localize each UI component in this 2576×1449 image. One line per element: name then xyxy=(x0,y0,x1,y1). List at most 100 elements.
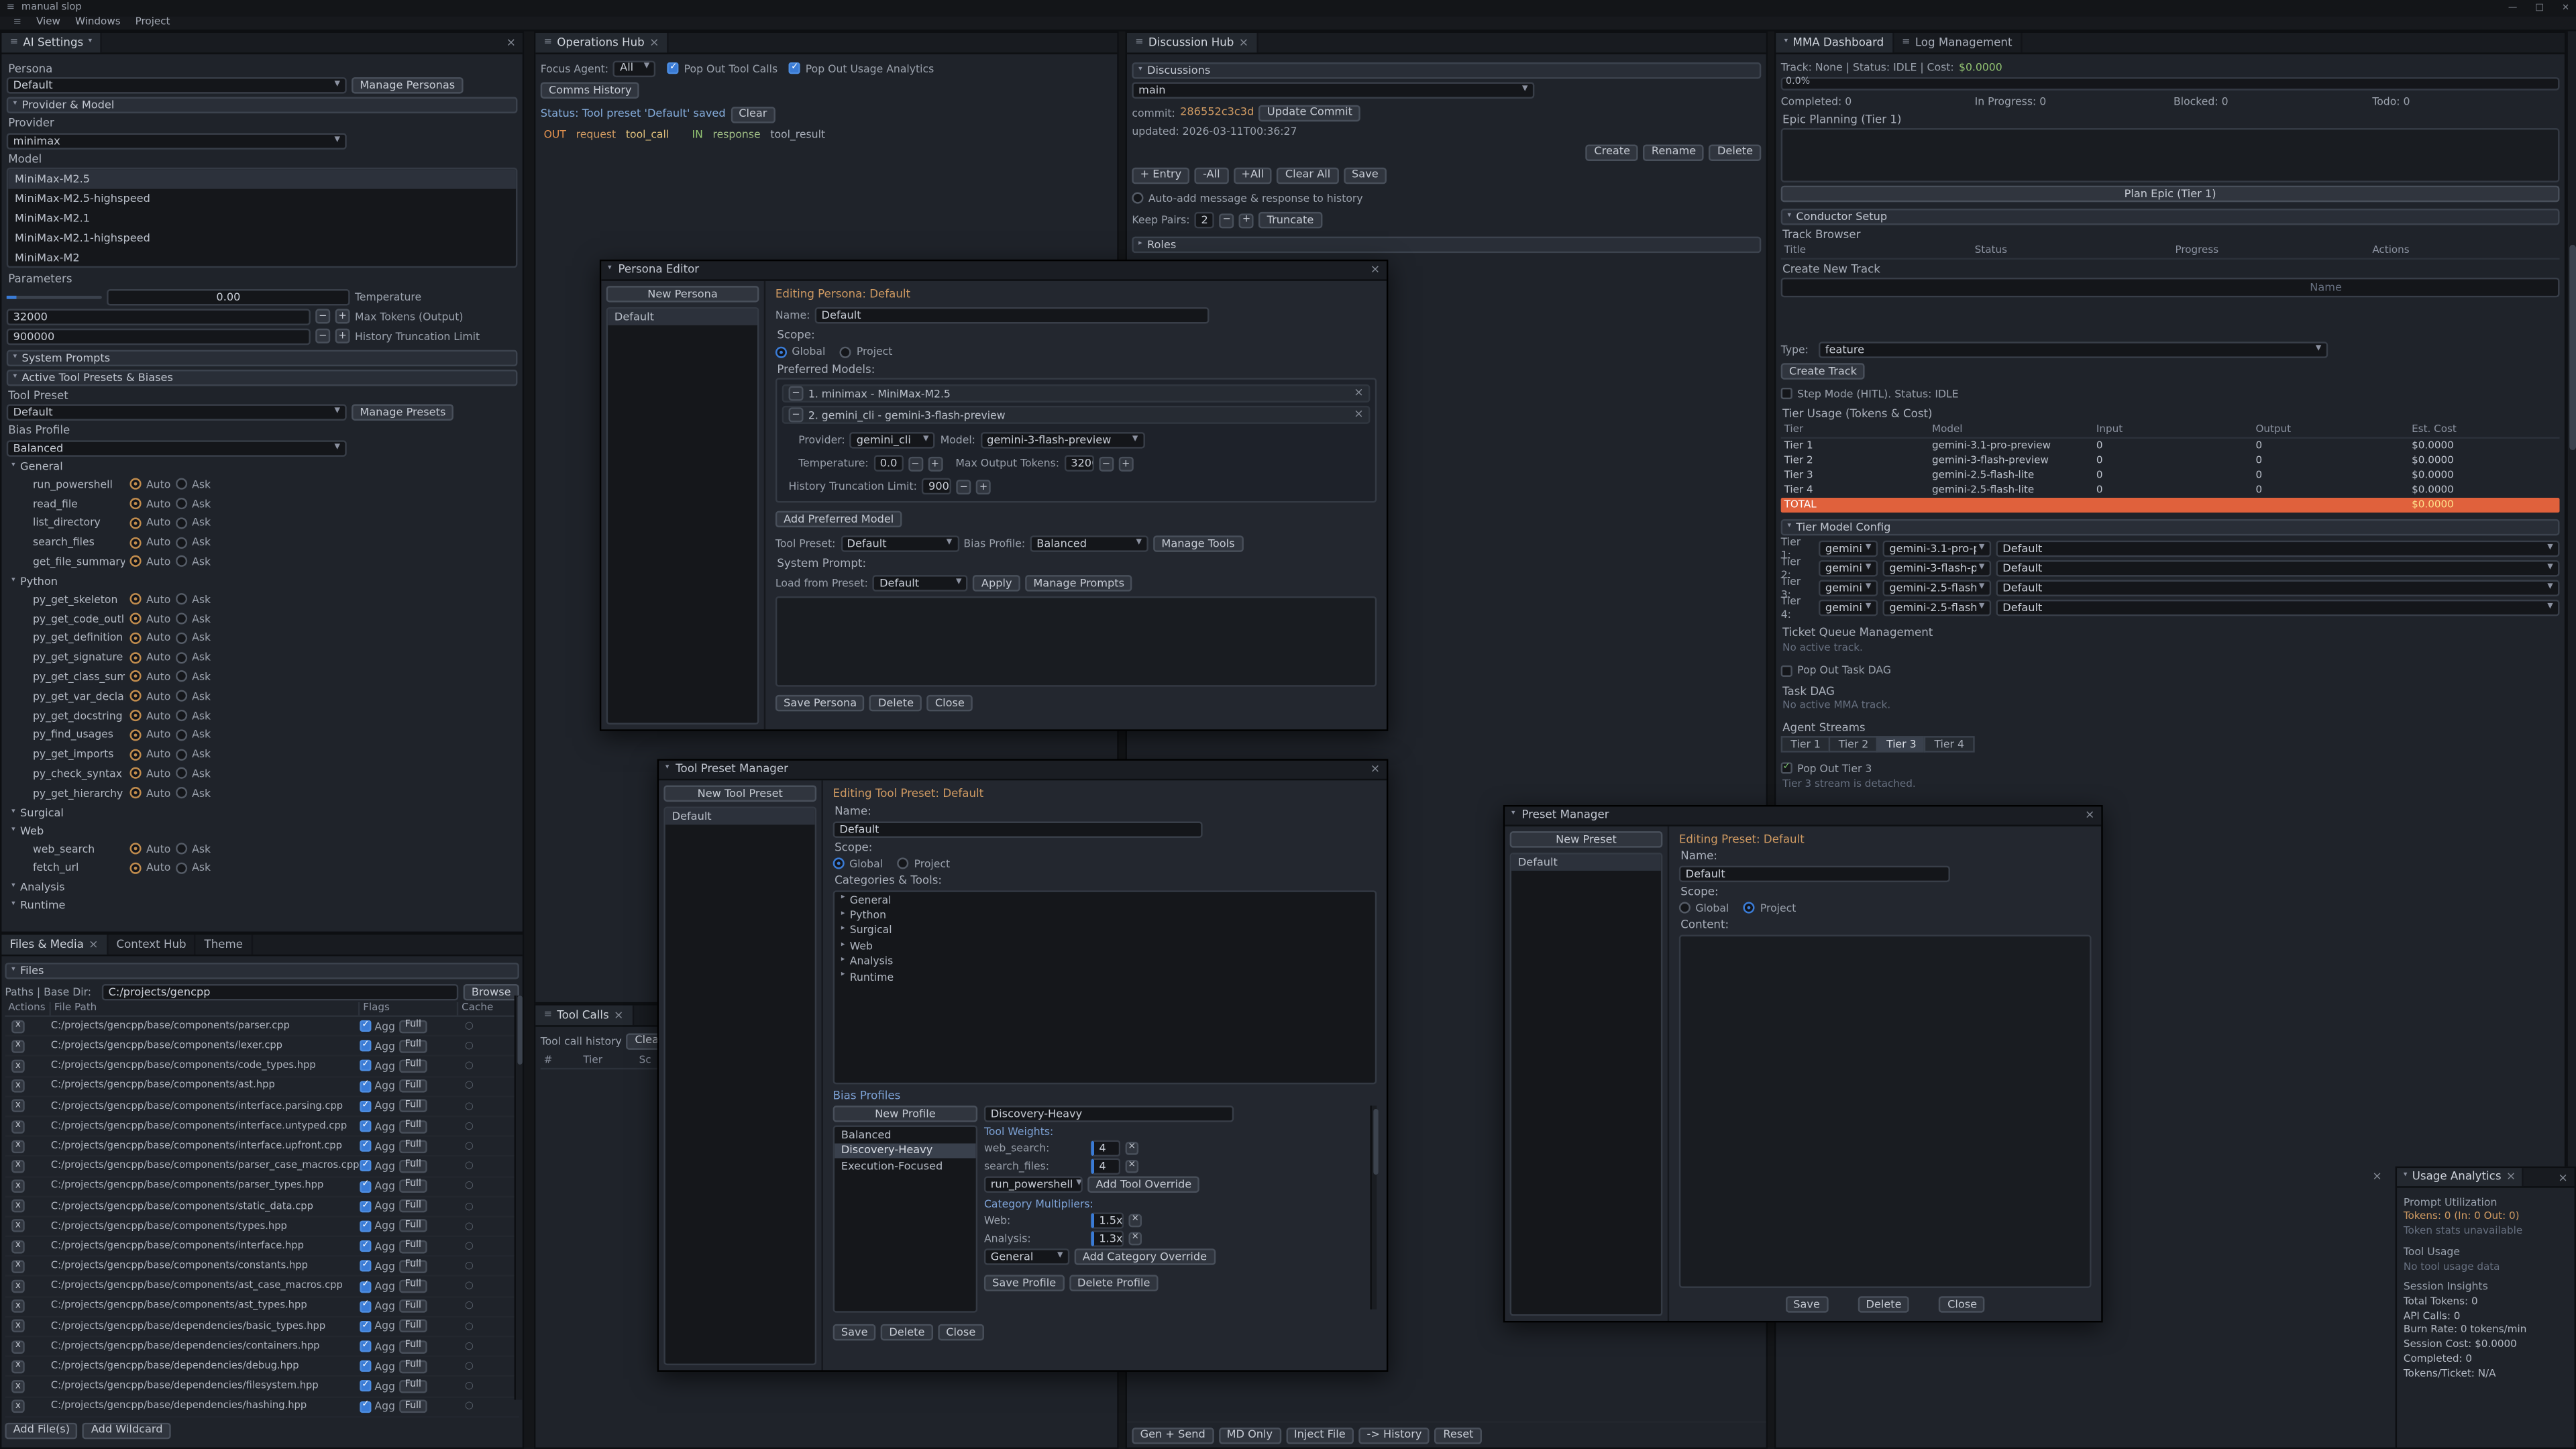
group-surgical[interactable]: ▾ Surgical xyxy=(7,805,518,820)
new-tool-preset-button[interactable]: New Tool Preset xyxy=(663,786,816,802)
dock-close-icon[interactable]: × xyxy=(2372,1171,2381,1183)
category-item[interactable]: ▸ Analysis xyxy=(835,954,1375,969)
temperature-slider[interactable] xyxy=(7,297,102,300)
bias-profile-item[interactable]: Balanced xyxy=(835,1128,976,1143)
auto-add-radio[interactable] xyxy=(1132,193,1143,204)
category-item[interactable]: ▸ Runtime xyxy=(835,969,1375,985)
remove-file-button[interactable]: x xyxy=(11,1099,25,1113)
ask-radio[interactable] xyxy=(176,651,187,663)
tier-provider-select[interactable]: gemini▼ xyxy=(1819,600,1878,616)
full-button[interactable]: Full xyxy=(398,1060,428,1073)
tier-preset-select[interactable]: Default▼ xyxy=(1996,541,2560,557)
add-preferred-model-button[interactable]: Add Preferred Model xyxy=(775,512,902,528)
delete-persona-button[interactable]: Delete xyxy=(870,695,922,711)
reorder-button[interactable]: − xyxy=(789,408,804,423)
tier-model-select[interactable]: gemini-2.5-flash-lite▼ xyxy=(1883,581,1992,597)
ask-radio[interactable] xyxy=(176,690,187,702)
remove-file-button[interactable]: x xyxy=(11,1140,25,1153)
ask-radio[interactable] xyxy=(176,594,187,605)
agg-checkbox[interactable]: ✓ xyxy=(360,1081,371,1092)
new-preset-button[interactable]: New Preset xyxy=(1510,831,1663,847)
decrement-button[interactable]: − xyxy=(315,329,330,344)
tab-theme[interactable]: Theme xyxy=(196,934,252,954)
new-profile-button[interactable]: New Profile xyxy=(833,1106,978,1122)
auto-radio[interactable] xyxy=(129,671,141,682)
add-tool-override-button[interactable]: Add Tool Override xyxy=(1087,1177,1199,1193)
remove-file-button[interactable]: x xyxy=(11,1260,25,1273)
full-button[interactable]: Full xyxy=(398,1099,428,1113)
decrement-button[interactable]: − xyxy=(908,457,922,472)
add-category-override-button[interactable]: Add Category Override xyxy=(1075,1249,1216,1265)
close-icon[interactable]: × xyxy=(506,38,516,49)
menu-view[interactable]: View xyxy=(36,17,60,30)
group-general[interactable]: ▾ General xyxy=(7,459,518,474)
auto-radio[interactable] xyxy=(129,478,141,490)
pop-out-usage-checkbox[interactable]: ✓ xyxy=(789,62,800,74)
focus-agent-select[interactable]: All▼ xyxy=(613,60,656,76)
tier-model-select[interactable]: gemini-2.5-flash-lite▼ xyxy=(1883,600,1992,616)
ask-radio[interactable] xyxy=(176,768,187,780)
model-option[interactable]: MiniMax-M2.1 xyxy=(8,209,516,229)
manage-prompts-button[interactable]: Manage Prompts xyxy=(1025,575,1132,591)
full-button[interactable]: Full xyxy=(398,1220,428,1233)
auto-radio[interactable] xyxy=(129,651,141,663)
delete-tool-preset-button[interactable]: Delete xyxy=(881,1325,933,1341)
agg-checkbox[interactable]: ✓ xyxy=(360,1061,371,1072)
remove-file-button[interactable]: x xyxy=(11,1120,25,1133)
agg-checkbox[interactable]: ✓ xyxy=(360,1100,371,1112)
history-limit-input[interactable]: 900000 xyxy=(7,329,311,345)
tab-tier-1[interactable]: Tier 1 xyxy=(1781,737,1831,753)
tier-model-select[interactable]: gemini-3-flash-preview▼ xyxy=(1883,561,1992,577)
auto-radio[interactable] xyxy=(129,843,141,854)
delete-preset-button[interactable]: Delete xyxy=(1858,1296,1910,1312)
agg-checkbox[interactable]: ✓ xyxy=(360,1281,371,1292)
persona-select[interactable]: Default▼ xyxy=(7,78,347,94)
remove-multiplier-button[interactable]: × xyxy=(1128,1232,1142,1246)
bias-scrollbar[interactable] xyxy=(1370,1106,1377,1310)
remove-weight-button[interactable]: × xyxy=(1126,1160,1139,1173)
agg-checkbox[interactable]: ✓ xyxy=(360,1161,371,1172)
close-icon[interactable]: × xyxy=(1371,764,1380,775)
tab-mma-dashboard[interactable]: ▾ MMA Dashboard xyxy=(1776,33,1894,52)
remove-file-button[interactable]: x xyxy=(11,1079,25,1093)
discussion-bottom-button[interactable]: MD Only xyxy=(1218,1427,1281,1443)
ask-radio[interactable] xyxy=(176,498,187,509)
full-button[interactable]: Full xyxy=(398,1300,428,1313)
tier-preset-select[interactable]: Default▼ xyxy=(1996,561,2560,577)
full-button[interactable]: Full xyxy=(398,1260,428,1273)
auto-radio[interactable] xyxy=(129,690,141,702)
persona-tool-preset-select[interactable]: Default▼ xyxy=(841,536,959,552)
tier-model-config-header[interactable]: ▾ Tier Model Config xyxy=(1781,520,2560,536)
discussion-entry-button[interactable]: -All xyxy=(1195,167,1228,183)
ask-radio[interactable] xyxy=(176,633,187,644)
pref-history-input[interactable]: 900000 xyxy=(922,479,951,495)
auto-radio[interactable] xyxy=(129,517,141,529)
full-button[interactable]: Full xyxy=(398,1160,428,1173)
save-preset-button[interactable]: Save xyxy=(1785,1296,1828,1312)
preset-name-input[interactable]: Default xyxy=(1679,866,1950,882)
ask-radio[interactable] xyxy=(176,671,187,682)
remove-file-button[interactable]: x xyxy=(11,1320,25,1334)
increment-button[interactable]: + xyxy=(335,329,350,344)
pop-out-tier3-checkbox[interactable]: ✓ xyxy=(1781,763,1792,774)
category-override-select[interactable]: General▼ xyxy=(984,1249,1069,1265)
close-icon[interactable]: × xyxy=(1239,37,1248,48)
close-icon[interactable]: × xyxy=(614,1010,623,1021)
close-dialog-button[interactable]: Close xyxy=(927,695,973,711)
remove-file-button[interactable]: x xyxy=(11,1280,25,1293)
decrement-button[interactable]: − xyxy=(957,480,971,494)
close-icon[interactable]: × xyxy=(2506,1171,2516,1183)
ask-radio[interactable] xyxy=(176,478,187,490)
category-item[interactable]: ▸ Python xyxy=(835,908,1375,923)
increment-button[interactable]: + xyxy=(928,457,943,472)
auto-radio[interactable] xyxy=(129,749,141,760)
full-button[interactable]: Full xyxy=(398,1120,428,1133)
auto-radio[interactable] xyxy=(129,862,141,873)
discussions-header[interactable]: ▾ Discussions xyxy=(1132,62,1761,78)
full-button[interactable]: Full xyxy=(398,1140,428,1153)
truncate-button[interactable]: Truncate xyxy=(1258,212,1322,228)
ask-radio[interactable] xyxy=(176,862,187,873)
step-mode-checkbox[interactable] xyxy=(1781,388,1792,400)
add-wildcard-button[interactable]: Add Wildcard xyxy=(83,1422,171,1438)
category-item[interactable]: ▸ General xyxy=(835,892,1375,908)
